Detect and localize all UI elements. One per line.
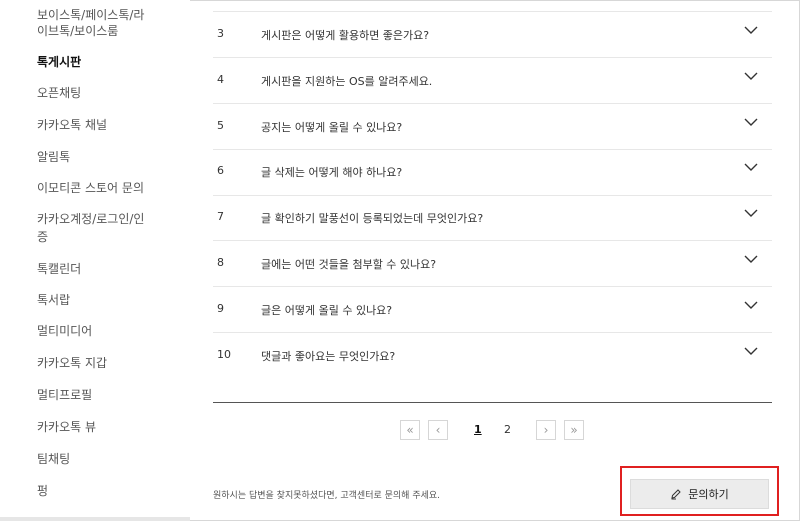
page-number[interactable]: 2 xyxy=(504,423,511,436)
last-page-button[interactable]: » xyxy=(564,420,584,440)
sidebar: 보이스톡/페이스톡/라 이브톡/보이스룸 톡게시판 오픈채팅 카카오톡 채널 알… xyxy=(0,0,190,521)
sidebar-bottom-border xyxy=(0,517,190,521)
page-number-current[interactable]: 1 xyxy=(474,423,482,436)
first-page-button[interactable]: « xyxy=(400,420,420,440)
sidebar-item-kakao-wallet[interactable]: 카카오톡 지갑 xyxy=(37,354,107,372)
inquiry-button[interactable]: 문의하기 xyxy=(630,479,769,509)
divider xyxy=(213,286,772,287)
sidebar-item-kakao-account[interactable]: 카카오계정/로그인/인 xyxy=(37,210,144,228)
sidebar-item-talk-board[interactable]: 톡게시판 xyxy=(37,53,81,71)
divider xyxy=(213,332,772,333)
inquiry-button-label: 문의하기 xyxy=(688,488,729,501)
sidebar-item-pung[interactable]: 펑 xyxy=(37,482,48,500)
faq-number: 5 xyxy=(217,119,224,132)
sidebar-item-alimtalk[interactable]: 알림톡 xyxy=(37,148,70,166)
faq-number: 8 xyxy=(217,256,224,269)
faq-question[interactable]: 댓글과 좋아요는 무엇인가요? xyxy=(261,348,395,364)
sidebar-item-voicetalk-cont[interactable]: 이브톡/보이스룸 xyxy=(37,22,118,40)
sidebar-item-talk-drawer[interactable]: 톡서랍 xyxy=(37,291,70,309)
faq-question[interactable]: 공지는 어떻게 올릴 수 있나요? xyxy=(261,119,402,135)
sidebar-item-openchat[interactable]: 오픈채팅 xyxy=(37,84,81,102)
sidebar-item-kakao-channel[interactable]: 카카오톡 채널 xyxy=(37,116,107,134)
sidebar-item-kakao-account-cont[interactable]: 증 xyxy=(37,228,48,246)
divider xyxy=(213,149,772,150)
faq-number: 4 xyxy=(217,73,224,86)
chevron-down-icon[interactable] xyxy=(744,163,758,172)
faq-number: 9 xyxy=(217,302,224,315)
divider xyxy=(213,195,772,196)
faq-question[interactable]: 글 확인하기 말풍선이 등록되었는데 무엇인가요? xyxy=(261,210,483,226)
sidebar-item-team-chat[interactable]: 팀채팅 xyxy=(37,450,70,468)
faq-question[interactable]: 글에는 어떤 것들을 첨부할 수 있나요? xyxy=(261,256,436,272)
divider xyxy=(213,103,772,104)
faq-question[interactable]: 글 삭제는 어떻게 해야 하나요? xyxy=(261,164,402,180)
divider xyxy=(213,240,772,241)
chevron-down-icon[interactable] xyxy=(744,26,758,35)
sidebar-item-multi-profile[interactable]: 멀티프로필 xyxy=(37,386,92,404)
pencil-icon xyxy=(671,489,681,500)
sidebar-item-kakao-view[interactable]: 카카오톡 뷰 xyxy=(37,418,96,436)
sidebar-item-multimedia[interactable]: 멀티미디어 xyxy=(37,322,92,340)
help-text: 원하시는 답변을 찾지못하셨다면, 고객센터로 문의해 주세요. xyxy=(213,491,441,501)
faq-number: 10 xyxy=(217,348,231,361)
faq-question[interactable]: 게시판은 어떻게 활용하면 좋은가요? xyxy=(261,27,429,43)
sidebar-item-talk-calendar[interactable]: 톡캘린더 xyxy=(37,260,81,278)
faq-question[interactable]: 게시판을 지원하는 OS를 알려주세요. xyxy=(261,73,432,89)
sidebar-item-emoticon-store[interactable]: 이모티콘 스토어 문의 xyxy=(37,179,144,197)
divider xyxy=(213,57,772,58)
chevron-down-icon[interactable] xyxy=(744,118,758,127)
chevron-down-icon[interactable] xyxy=(744,301,758,310)
faq-number: 7 xyxy=(217,210,224,223)
chevron-down-icon[interactable] xyxy=(744,72,758,81)
faq-question[interactable]: 글은 어떻게 올릴 수 있나요? xyxy=(261,302,392,318)
chevron-down-icon[interactable] xyxy=(744,209,758,218)
list-bottom-border xyxy=(213,402,772,403)
faq-number: 6 xyxy=(217,164,224,177)
faq-number: 3 xyxy=(217,27,224,40)
chevron-down-icon[interactable] xyxy=(744,347,758,356)
divider xyxy=(213,11,772,12)
next-page-button[interactable]: › xyxy=(536,420,556,440)
chevron-down-icon[interactable] xyxy=(744,255,758,264)
prev-page-button[interactable]: ‹ xyxy=(428,420,448,440)
